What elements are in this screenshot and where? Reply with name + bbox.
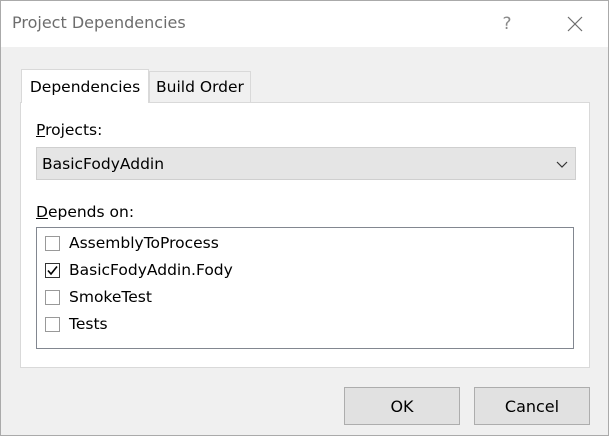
ok-button[interactable]: OK — [344, 387, 460, 425]
chevron-down-icon — [556, 161, 568, 168]
list-item[interactable]: AssemblyToProcess — [45, 232, 219, 254]
checkmark-icon — [47, 265, 58, 275]
projects-combobox[interactable]: BasicFodyAddin — [36, 147, 576, 180]
close-icon — [567, 16, 583, 32]
projects-selected-value: BasicFodyAddin — [42, 154, 165, 173]
tab-build-order[interactable]: Build Order — [149, 71, 251, 102]
checkbox[interactable] — [45, 235, 60, 251]
tab-dependencies[interactable]: Dependencies — [21, 69, 149, 103]
depends-on-list[interactable]: AssemblyToProcess BasicFodyAddin.Fody Sm… — [36, 227, 574, 349]
project-dependencies-dialog: Project Dependencies ? Dependencies Buil… — [0, 0, 609, 436]
depends-on-label: Depends on: — [36, 203, 135, 221]
cancel-button[interactable]: Cancel — [474, 387, 590, 425]
checkbox[interactable] — [45, 289, 60, 305]
list-item-label: BasicFodyAddin.Fody — [69, 261, 233, 279]
dependencies-panel: Projects: BasicFodyAddin Depends on: Ass… — [20, 102, 590, 368]
close-button[interactable] — [553, 1, 597, 47]
list-item-label: Tests — [69, 315, 108, 333]
window-title: Project Dependencies — [12, 13, 186, 32]
help-button[interactable]: ? — [485, 1, 529, 47]
list-item-label: SmokeTest — [69, 288, 152, 306]
list-item[interactable]: BasicFodyAddin.Fody — [45, 259, 233, 281]
projects-label: Projects: — [36, 121, 103, 139]
title-bar[interactable]: Project Dependencies ? — [1, 1, 608, 47]
list-item[interactable]: Tests — [45, 313, 108, 335]
list-item[interactable]: SmokeTest — [45, 286, 152, 308]
checkbox[interactable] — [45, 262, 60, 278]
checkbox[interactable] — [45, 316, 60, 332]
list-item-label: AssemblyToProcess — [69, 234, 219, 252]
